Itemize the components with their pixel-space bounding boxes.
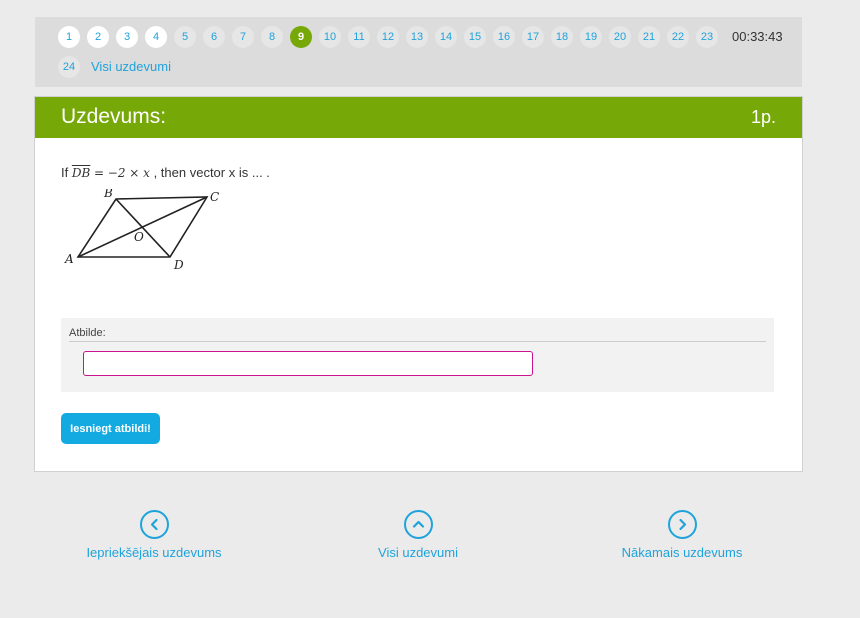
parallelogram-figure: A B C D O [64,189,219,272]
equation: = −2 × x [93,166,150,180]
chevron-up-icon [403,510,433,539]
next-task-link[interactable]: Nākamais uzdevums [620,510,744,560]
page-button-2[interactable]: 2 [87,26,109,48]
label-b: B [103,189,113,200]
previous-task-label: Iepriekšējais uzdevums [86,545,222,560]
question-suffix: , then vector x is ... . [153,165,270,180]
page-button-14[interactable]: 14 [435,26,457,48]
submit-answer-button[interactable]: Iesniegt atbildi! [61,413,160,444]
page-button-16[interactable]: 16 [493,26,515,48]
answer-label: Atbilde: [69,327,106,339]
page-button-20[interactable]: 20 [609,26,631,48]
timer: 00:33:43 [732,29,783,44]
page-button-5[interactable]: 5 [174,26,196,48]
label-a: A [64,252,74,266]
chevron-left-icon [139,510,169,539]
all-tasks-bottom-label: Visi uzdevumi [378,545,458,560]
page-button-17[interactable]: 17 [522,26,544,48]
label-c: C [210,190,219,204]
task-navigation-bar: 1 2 3 4 5 6 7 8 9 10 11 12 13 14 15 16 17 18 19 20 21 22 23 24 … [35,17,802,87]
chevron-right-icon [667,510,697,539]
task-points: 1p. [750,107,776,127]
page-button-21[interactable]: 21 [638,26,660,48]
page-button-1[interactable]: 1 [58,26,80,48]
all-tasks-link[interactable]: Visi uzdevumi [91,59,171,74]
next-task-label: Nākamais uzdevums [621,545,743,560]
page-button-13[interactable]: 13 [406,26,428,48]
page-button-12[interactable]: 12 [377,26,399,48]
label-o: O [134,230,144,244]
vector-db: DB [71,166,91,180]
page-button-23[interactable]: 23 [696,26,718,48]
previous-task-link[interactable]: Iepriekšējais uzdevums [85,510,223,560]
page-button-7[interactable]: 7 [232,26,254,48]
page-button-22[interactable]: 22 [667,26,689,48]
label-d: D [173,258,184,272]
all-tasks-bottom-link[interactable]: Visi uzdevumi [376,510,460,560]
task-title: Uzdevums: [61,105,167,128]
page-button-9[interactable]: 9 [290,26,312,48]
page-button-10[interactable]: 10 [319,26,341,48]
page-button-8[interactable]: 8 [261,26,283,48]
page-button-11[interactable]: 11 [348,26,370,48]
question-prefix: If [61,165,69,180]
task-header: Uzdevums: 1p. [35,97,802,138]
page-button-3[interactable]: 3 [116,26,138,48]
question-text: If DB = −2 × x , then vector x is ... . [61,165,270,180]
task-card: Uzdevums: 1p. If DB = −2 × x , then vect… [34,96,803,472]
page-button-4[interactable]: 4 [145,26,167,48]
bottom-navigation: Iepriekšējais uzdevums Visi uzdevumi Nāk… [0,510,860,570]
answer-box: Atbilde: [61,318,774,392]
page-button-19[interactable]: 19 [580,26,602,48]
page-button-6[interactable]: 6 [203,26,225,48]
page-button-24[interactable]: 24 [58,56,80,78]
page-button-15[interactable]: 15 [464,26,486,48]
page-button-18[interactable]: 18 [551,26,573,48]
answer-input[interactable] [83,351,533,376]
divider [69,341,766,342]
